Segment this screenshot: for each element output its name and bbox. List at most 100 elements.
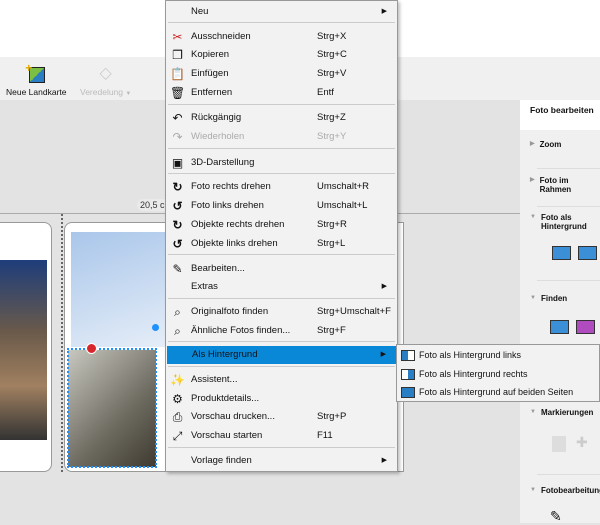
submenu-item-background-right[interactable]: Foto als Hintergrund rechts xyxy=(397,365,599,384)
menu-item-label: Objekte links drehen xyxy=(191,235,278,253)
menu-item-foto-links-drehen[interactable]: ↺ Foto links drehen Umschalt+L xyxy=(166,197,397,215)
menu-item-objekte-links-drehen[interactable]: ↺Objekte links drehenStrg+L xyxy=(166,235,397,253)
context-menu: Neu▶✂AusschneidenStrg+X❐KopierenStrg+C📋E… xyxy=(165,0,398,472)
menu-item-label: Foto rechts drehen xyxy=(191,178,271,196)
menu-item-shortcut: Strg+V xyxy=(317,65,346,83)
menu-item-vorschau-drucken[interactable]: ⎙Vorschau drucken...Strg+P xyxy=(166,408,397,426)
map-marker-icon[interactable] xyxy=(552,436,566,452)
menu-item-shortcut: Entf xyxy=(317,84,334,102)
find-photo-icon: ⌕ xyxy=(170,305,185,319)
menu-item-extras[interactable]: Extras▶ xyxy=(166,278,397,296)
menu-item-bearbeiten[interactable]: ✎ Bearbeiten... xyxy=(166,260,397,278)
map-icon: + xyxy=(25,63,47,83)
menu-separator xyxy=(168,22,395,23)
menu-item-label: Ähnliche Fotos finden... xyxy=(191,322,290,340)
wand-icon: ✨ xyxy=(170,373,185,387)
menu-item-vorlage-finden[interactable]: Vorlage finden ▶ xyxy=(166,452,397,470)
menu-separator xyxy=(168,447,395,448)
menu-separator xyxy=(168,366,395,367)
menu-separator xyxy=(168,254,395,255)
edit-icon[interactable]: ✎ xyxy=(550,508,562,525)
menu-item-kopieren[interactable]: ❐ Kopieren Strg+C xyxy=(166,46,397,64)
menu-item-shortcut: Strg+X xyxy=(317,28,346,46)
undo-icon: ↶ xyxy=(170,111,185,125)
find-similar-icon[interactable] xyxy=(576,320,595,334)
menu-item-entfernen[interactable]: 🗑EntfernenEntf xyxy=(166,84,397,102)
find-similar-icon: ⌕ xyxy=(170,324,185,338)
menu-item-wiederholen[interactable]: ↷WiederholenStrg+Y xyxy=(166,128,397,146)
menu-item-shortcut: Strg+Z xyxy=(317,109,346,127)
new-map-button[interactable]: + Neue Landkarte xyxy=(6,63,67,97)
background-both-icon xyxy=(401,387,415,398)
menu-item-label: Foto links drehen xyxy=(191,197,264,215)
menu-item-foto-rechts-drehen[interactable]: ↻Foto rechts drehenUmschalt+R xyxy=(166,178,397,196)
menu-item-objekte-rechts-drehen[interactable]: ↻ Objekte rechts drehen Strg+R xyxy=(166,216,397,234)
menu-item-shortcut: Strg+C xyxy=(317,46,347,64)
refine-button[interactable]: ◇ Veredelung ▼ xyxy=(80,63,131,97)
edit-icon: ✎ xyxy=(170,262,185,276)
menu-item-label: Assistent... xyxy=(191,371,237,389)
menu-item-neu[interactable]: Neu▶ xyxy=(166,3,397,21)
menu-item-rückgängig[interactable]: ↶RückgängigStrg+Z xyxy=(166,109,397,127)
menu-item-shortcut: Strg+F xyxy=(317,322,346,340)
divider xyxy=(537,474,600,475)
menu-item-label: Ausschneiden xyxy=(191,28,251,46)
gear-icon: ⚙ xyxy=(170,392,185,406)
menu-item-assistent[interactable]: ✨ Assistent... xyxy=(166,371,397,389)
section-zoom[interactable]: ▶Zoom xyxy=(530,140,596,149)
menu-item-3d-darstellung[interactable]: ▣ 3D-Darstellung xyxy=(166,154,397,172)
menu-item-label: 3D-Darstellung xyxy=(191,154,254,172)
diamond-icon: ◇ xyxy=(95,63,117,83)
cube-icon: ▣ xyxy=(170,156,185,170)
menu-item-label: Kopieren xyxy=(191,46,229,64)
menu-item-label: Vorlage finden xyxy=(191,452,252,470)
menu-item-label: Objekte rechts drehen xyxy=(191,216,284,234)
print-icon: ⎙ xyxy=(170,410,185,424)
menu-item-einfügen[interactable]: 📋EinfügenStrg+V xyxy=(166,65,397,83)
menu-item-vorschau-starten[interactable]: ⤢Vorschau startenF11 xyxy=(166,427,397,445)
menu-item-label: Vorschau starten xyxy=(191,427,262,445)
submenu-arrow-icon: ▶ xyxy=(382,452,387,470)
menu-item-produktdetails[interactable]: ⚙Produktdetails... xyxy=(166,390,397,408)
menu-separator xyxy=(168,173,395,174)
menu-item-shortcut: Strg+R xyxy=(317,216,347,234)
submenu-item-background-both[interactable]: Foto als Hintergrund auf beiden Seiten xyxy=(397,383,599,402)
menu-item-ähnliche-fotos-finden[interactable]: ⌕ Ähnliche Fotos finden... Strg+F xyxy=(166,322,397,340)
menu-item-als-hintergrund[interactable]: Als Hintergrund▶ xyxy=(167,346,396,364)
background-right-icon xyxy=(401,369,415,380)
rotate-handle[interactable] xyxy=(152,324,159,331)
menu-item-shortcut: Strg+P xyxy=(317,408,346,426)
submenu-arrow-icon: ▶ xyxy=(382,3,387,21)
background-left-icon[interactable] xyxy=(552,246,571,260)
menu-item-ausschneiden[interactable]: ✂AusschneidenStrg+X xyxy=(166,28,397,46)
menu-item-shortcut: Umschalt+L xyxy=(317,197,367,215)
menu-separator xyxy=(168,148,395,149)
menu-item-label: Extras xyxy=(191,278,218,296)
rotate-right-icon: ↻ xyxy=(170,218,185,232)
menu-item-originalfoto-finden[interactable]: ⌕Originalfoto findenStrg+Umschalt+F xyxy=(166,303,397,321)
section-photo-in-frame[interactable]: ▶Foto im Rahmen xyxy=(530,176,596,194)
menu-item-label: Originalfoto finden xyxy=(191,303,268,321)
find-original-icon[interactable] xyxy=(550,320,569,334)
menu-item-label: Wiederholen xyxy=(191,128,244,146)
menu-item-shortcut: Umschalt+R xyxy=(317,178,369,196)
copy-icon: ❐ xyxy=(170,48,185,62)
section-photo-editing[interactable]: ▼Fotobearbeitung xyxy=(530,486,596,495)
menu-item-label: Bearbeiten... xyxy=(191,260,245,278)
delete-icon[interactable] xyxy=(86,343,97,354)
section-photo-as-background[interactable]: ▼Foto als Hintergrund xyxy=(530,213,596,231)
divider xyxy=(537,168,600,169)
section-markers[interactable]: ▼Markierungen xyxy=(530,408,596,417)
left-photo[interactable] xyxy=(0,260,47,440)
section-find[interactable]: ▼Finden xyxy=(530,294,596,303)
paste-icon: 📋 xyxy=(170,67,185,81)
submenu-item-background-left[interactable]: Foto als Hintergrund links xyxy=(397,346,599,365)
selection-frame[interactable] xyxy=(67,348,157,468)
rotate-left-icon: ↺ xyxy=(170,199,185,213)
background-left-icon xyxy=(401,350,415,361)
redo-icon: ↷ xyxy=(170,130,185,144)
background-both-icon[interactable] xyxy=(578,246,597,260)
ruler-label: 20,5 c xyxy=(137,199,168,211)
divider xyxy=(537,280,600,281)
add-marker-icon[interactable]: ✚ xyxy=(576,434,588,451)
